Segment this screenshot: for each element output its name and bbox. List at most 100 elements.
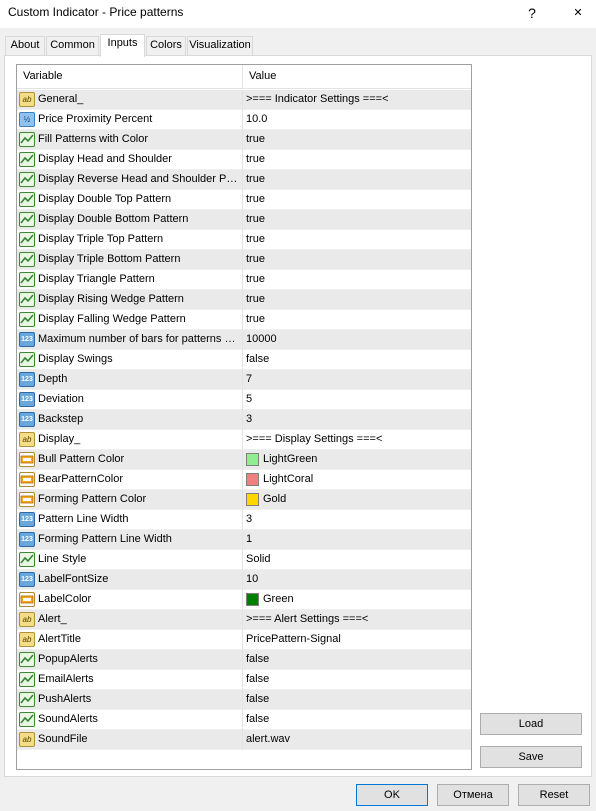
cell-divider (242, 130, 243, 150)
variable-value[interactable]: false (246, 673, 269, 685)
color-swatch[interactable] (246, 593, 259, 606)
variable-name: Display Head and Shoulder (38, 153, 172, 165)
table-row[interactable]: LabelColor Green (17, 590, 471, 610)
column-divider[interactable] (242, 65, 243, 89)
variable-value[interactable]: true (246, 293, 265, 305)
table-row[interactable]: Display Double Top Pattern true (17, 190, 471, 210)
variable-value[interactable]: true (246, 153, 265, 165)
variable-name: Display_ (38, 433, 81, 445)
variable-value[interactable]: 5 (246, 393, 252, 405)
load-button[interactable]: Load (480, 713, 582, 735)
table-row[interactable]: Display Falling Wedge Pattern true (17, 310, 471, 330)
save-button[interactable]: Save (480, 746, 582, 768)
variable-value[interactable]: 10000 (246, 333, 277, 345)
column-header-value[interactable]: Value (249, 70, 276, 82)
variable-value[interactable]: false (246, 713, 269, 725)
cell-divider (242, 150, 243, 170)
variable-value[interactable]: 1 (246, 533, 252, 545)
variable-value[interactable]: 10 (246, 573, 258, 585)
reset-button[interactable]: Reset (518, 784, 590, 806)
table-row[interactable]: ab General_ >=== Indicator Settings ===< (17, 90, 471, 110)
close-icon[interactable]: ✕ (566, 2, 590, 24)
text-icon: ab (19, 632, 35, 647)
table-row[interactable]: Bull Pattern Color LightGreen (17, 450, 471, 470)
variable-value[interactable]: 3 (246, 413, 252, 425)
table-row[interactable]: ½ Price Proximity Percent 10.0 (17, 110, 471, 130)
table-row[interactable]: Line Style Solid (17, 550, 471, 570)
text-icon: ab (19, 732, 35, 747)
tab-colors[interactable]: Colors (146, 36, 186, 55)
table-row[interactable]: ab AlertTitle PricePattern-Signal (17, 630, 471, 650)
tab-common[interactable]: Common (46, 36, 99, 55)
color-icon (19, 492, 35, 507)
variable-value[interactable]: LightGreen (263, 453, 317, 465)
color-swatch[interactable] (246, 493, 259, 506)
variable-value[interactable]: 10.0 (246, 113, 267, 125)
table-row[interactable]: ab SoundFile alert.wav (17, 730, 471, 750)
variable-value[interactable]: true (246, 253, 265, 265)
tab-visualization[interactable]: Visualization (187, 36, 253, 55)
variable-value[interactable]: alert.wav (246, 733, 290, 745)
variable-value[interactable]: true (246, 313, 265, 325)
color-swatch[interactable] (246, 473, 259, 486)
variable-name: Display Double Top Pattern (38, 193, 172, 205)
table-row[interactable]: SoundAlerts false (17, 710, 471, 730)
cell-divider (242, 110, 243, 130)
table-row[interactable]: Forming Pattern Color Gold (17, 490, 471, 510)
variable-value[interactable]: true (246, 173, 265, 185)
table-row[interactable]: Display Reverse Head and Shoulder Patter… (17, 170, 471, 190)
variable-value[interactable]: 3 (246, 513, 252, 525)
cell-divider (242, 730, 243, 750)
table-row[interactable]: Display Triangle Pattern true (17, 270, 471, 290)
table-row[interactable]: ab Alert_ >=== Alert Settings ===< (17, 610, 471, 630)
table-row[interactable]: 123 Deviation 5 (17, 390, 471, 410)
variable-value[interactable]: false (246, 653, 269, 665)
variable-value[interactable]: false (246, 353, 269, 365)
table-row[interactable]: Display Head and Shoulder true (17, 150, 471, 170)
variable-value[interactable]: true (246, 233, 265, 245)
variable-value[interactable]: >=== Alert Settings ===< (246, 613, 368, 625)
variable-value[interactable]: Solid (246, 553, 270, 565)
table-row[interactable]: PushAlerts false (17, 690, 471, 710)
variable-value[interactable]: >=== Display Settings ===< (246, 433, 382, 445)
ok-button[interactable]: OK (356, 784, 428, 806)
variable-value[interactable]: false (246, 693, 269, 705)
variable-value[interactable]: true (246, 273, 265, 285)
table-row[interactable]: Display Rising Wedge Pattern true (17, 290, 471, 310)
boolean-icon (19, 172, 35, 187)
color-icon (19, 452, 35, 467)
table-row[interactable]: Display Triple Bottom Pattern true (17, 250, 471, 270)
table-row[interactable]: BearPatternColor LightCoral (17, 470, 471, 490)
color-icon (19, 472, 35, 487)
variable-value[interactable]: Green (263, 593, 294, 605)
table-row[interactable]: Fill Patterns with Color true (17, 130, 471, 150)
variable-value[interactable]: Gold (263, 493, 286, 505)
table-row[interactable]: PopupAlerts false (17, 650, 471, 670)
cancel-button[interactable]: Отмена (437, 784, 509, 806)
table-row[interactable]: 123 Maximum number of bars for patterns s… (17, 330, 471, 350)
variable-value[interactable]: true (246, 193, 265, 205)
table-row[interactable]: 123 Forming Pattern Line Width 1 (17, 530, 471, 550)
variable-value[interactable]: >=== Indicator Settings ===< (246, 93, 389, 105)
table-row[interactable]: 123 Pattern Line Width 3 (17, 510, 471, 530)
variable-value[interactable]: LightCoral (263, 473, 313, 485)
table-row[interactable]: EmailAlerts false (17, 670, 471, 690)
table-row[interactable]: Display Swings false (17, 350, 471, 370)
integer-icon: 123 (19, 512, 35, 527)
table-row[interactable]: 123 Depth 7 (17, 370, 471, 390)
table-row[interactable]: ab Display_ >=== Display Settings ===< (17, 430, 471, 450)
table-row[interactable]: Display Double Bottom Pattern true (17, 210, 471, 230)
tab-inputs[interactable]: Inputs (100, 34, 145, 57)
column-header-variable[interactable]: Variable (23, 70, 63, 82)
variable-value[interactable]: PricePattern-Signal (246, 633, 341, 645)
table-row[interactable]: 123 LabelFontSize 10 (17, 570, 471, 590)
table-row[interactable]: Display Triple Top Pattern true (17, 230, 471, 250)
help-button[interactable]: ? (520, 2, 544, 24)
variable-name: Display Falling Wedge Pattern (38, 313, 186, 325)
variable-value[interactable]: true (246, 213, 265, 225)
color-swatch[interactable] (246, 453, 259, 466)
variable-value[interactable]: true (246, 133, 265, 145)
tab-about[interactable]: About (5, 36, 45, 55)
table-row[interactable]: 123 Backstep 3 (17, 410, 471, 430)
variable-value[interactable]: 7 (246, 373, 252, 385)
